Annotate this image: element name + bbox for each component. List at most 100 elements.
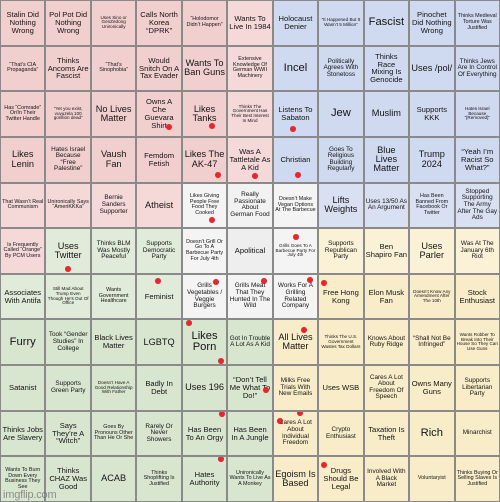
bingo-cell[interactable]: Rarely Or Never Showers (136, 410, 182, 457)
bingo-cell[interactable]: That Wasn’t Real Communism (0, 182, 46, 229)
bingo-cell[interactable]: Wants Robber To Break Into Their House S… (454, 319, 500, 366)
bingo-cell[interactable]: Free Hong Kong (318, 273, 364, 320)
bingo-cell[interactable]: “Shall Not Be Infringed” (409, 319, 455, 366)
bingo-cell[interactable]: Supports Green Party (45, 365, 91, 411)
bingo-cell[interactable]: Supports Democratic Party (136, 228, 182, 274)
bingo-cell[interactable]: Supports Libertarian Party (454, 365, 500, 411)
bingo-cell[interactable]: Really Passionate About German Food (227, 182, 273, 229)
bingo-cell[interactable]: Muslim (363, 91, 410, 137)
bingo-cell[interactable]: Femdom Fetish (136, 136, 182, 183)
bingo-cell[interactable]: “That’s CIA Propaganda” (0, 45, 46, 92)
bingo-cell[interactable]: Grills Meat That They Hunted In The Wild (227, 273, 273, 320)
bingo-cell[interactable]: “That’s Sinophobia” (90, 45, 137, 92)
bingo-cell[interactable]: Voluntaryist (409, 456, 455, 502)
bingo-cell[interactable]: Stalin Did Nothing Wrong (0, 0, 46, 46)
bingo-cell[interactable]: Elon Musk Fan (363, 273, 410, 320)
bingo-cell[interactable]: Politically Agrees With Stonetoss (318, 45, 364, 92)
bingo-cell[interactable]: Rich (409, 410, 455, 457)
bingo-cell[interactable]: Has Been In A Jungle (227, 410, 273, 457)
bingo-cell[interactable]: Has Been Banned From Facebook Or Twitter (409, 182, 455, 229)
bingo-cell[interactable]: Doesn’t Make Vegan Options At The Barbec… (272, 182, 319, 229)
bingo-cell[interactable]: Likes Lenin (0, 136, 46, 183)
bingo-cell[interactable]: Badly In Debt (136, 365, 182, 411)
bingo-cell[interactable]: Pol Pot Did Nothing Wrong (45, 0, 91, 46)
bingo-cell[interactable]: Vaush Fan (90, 136, 137, 183)
bingo-cell[interactable]: Crypto Enthusiast (318, 410, 364, 457)
bingo-cell[interactable]: Has Been To An Orgy (181, 410, 228, 457)
bingo-cell[interactable]: Goes To Religious Building Regularly (318, 136, 364, 183)
bingo-cell[interactable]: Likes Tanks (181, 91, 228, 137)
bingo-cell[interactable]: Was At The January 6th Riot (454, 228, 500, 274)
bingo-cell[interactable]: Thinks Buying Or Selling Slaves Is Justi… (454, 456, 500, 502)
bingo-cell[interactable]: Doesn’t Know Any Amendment After The 10t… (409, 273, 455, 320)
bingo-cell[interactable]: Likes Porn (181, 319, 228, 366)
bingo-cell[interactable]: Feminist (136, 273, 182, 320)
bingo-cell[interactable]: Supports Republican Party (318, 228, 364, 274)
bingo-cell[interactable]: Likes Giving People Free Food They Cooke… (181, 182, 228, 229)
bingo-cell[interactable]: Lifts Weights (318, 182, 364, 229)
bingo-cell[interactable]: Is Frequently Called “Orange” By PCM Use… (0, 228, 46, 274)
bingo-cell[interactable]: Incel (272, 45, 319, 92)
bingo-cell[interactable]: Grills Vegetables / Veggie Burgers (181, 273, 228, 320)
bingo-cell[interactable]: Apolitical (227, 228, 273, 274)
bingo-cell[interactable]: “Holodomor Didn’t Happen” (181, 0, 228, 46)
bingo-cell[interactable]: “Don’t Tell Me What To Do!” (227, 365, 273, 411)
bingo-cell[interactable]: Thinks Medieval Torture Was Justified (454, 0, 500, 46)
bingo-cell[interactable]: Goes By Pronouns Other Than He Or She (90, 410, 137, 457)
bingo-cell[interactable]: Unironically Says “AmeriKKKa” (45, 182, 91, 229)
bingo-cell[interactable]: Thinks CHAZ Was Good (45, 456, 91, 502)
bingo-cell[interactable]: Cares A Lot About Freedom Of Speech (363, 365, 410, 411)
bingo-cell[interactable]: Associates With Antifa (0, 273, 46, 320)
bingo-cell[interactable]: Got In Trouble A Lot As A Kid (227, 319, 273, 366)
bingo-cell[interactable]: Trump 2024 (409, 136, 455, 183)
bingo-cell[interactable]: Owns A Che Guevara Shirt (136, 91, 182, 137)
bingo-cell[interactable]: Stopped Supporting The Army After The Ga… (454, 182, 500, 229)
bingo-cell[interactable]: Egoism Is Based (272, 456, 319, 502)
bingo-cell[interactable]: Listens To Sabaton (272, 91, 319, 137)
bingo-cell[interactable]: Supports KKK (409, 91, 455, 137)
bingo-cell[interactable]: Grills Goes To A Barbecue Party For July… (272, 228, 319, 274)
bingo-cell[interactable]: Uses WSB (318, 365, 364, 411)
bingo-cell[interactable]: Doesn’t Have A Good Relationship With Fa… (90, 365, 137, 411)
bingo-cell[interactable]: Has “Comrade” Or/In Their Twitter Handle (0, 91, 46, 137)
bingo-cell[interactable]: Was A Tattletale As A Kid (227, 136, 273, 183)
bingo-cell[interactable]: Wants To Ban Guns (181, 45, 228, 92)
bingo-cell[interactable]: Stock Enthusiast (454, 273, 500, 320)
bingo-cell[interactable]: Says They’re A “Witch” (45, 410, 91, 457)
bingo-cell[interactable]: Works For A Grilling Related Company (272, 273, 319, 320)
bingo-cell[interactable]: Minarchist (454, 410, 500, 457)
bingo-cell[interactable]: Calls North Korea “DPRK” (136, 0, 182, 46)
bingo-cell[interactable]: Thinks Ancoms Are Fascist (45, 45, 91, 92)
bingo-cell[interactable]: Doesn’t Grill Or Go To A Barbecue Party … (181, 228, 228, 274)
bingo-cell[interactable]: “Yet you exist, vuvuzela 100 gorillion d… (45, 91, 91, 137)
bingo-cell[interactable]: All Lives Matter (272, 319, 319, 366)
bingo-cell[interactable]: Holocaust Denier (272, 0, 319, 46)
bingo-cell[interactable]: Christian (272, 136, 319, 183)
bingo-cell[interactable]: Thinks Jobs Are Slavery (0, 410, 46, 457)
bingo-cell[interactable]: Uses Sino or GenZedong Unironically (90, 0, 137, 46)
bingo-cell[interactable]: Fascist (363, 0, 410, 46)
bingo-cell[interactable]: Extensive Knowledge Of German WWII Machi… (227, 45, 273, 92)
bingo-cell[interactable]: Took “Gender Studies” In College (45, 319, 91, 366)
bingo-cell[interactable]: Involved With A Black Market (363, 456, 410, 502)
bingo-cell[interactable]: Still Mad About Trump Even Though He’s O… (45, 273, 91, 320)
bingo-cell[interactable]: Hates Israel Because “Free Palestine” (45, 136, 91, 183)
bingo-cell[interactable]: Thinks BLM Was Mostly Peaceful (90, 228, 137, 274)
bingo-cell[interactable]: Thinks The Government Has Their Best Int… (227, 91, 273, 137)
bingo-cell[interactable]: “Yeah I’m Racist So What?” (454, 136, 500, 183)
bingo-cell[interactable]: Taxation Is Theft (363, 410, 410, 457)
bingo-cell[interactable]: Wants To Burn Down Every Business They S… (0, 456, 46, 502)
bingo-cell[interactable]: Hates Authority (181, 456, 228, 502)
bingo-cell[interactable]: Thinks Shoplifting Is Justified (136, 456, 182, 502)
bingo-cell[interactable]: Thinks Race Mixing Is Genocide (363, 45, 410, 92)
bingo-cell[interactable]: Cares A Lot About Individual Freedom (272, 410, 319, 457)
bingo-cell[interactable]: Atheist (136, 182, 182, 229)
bingo-cell[interactable]: Drugs Should Be Legal (318, 456, 364, 502)
bingo-cell[interactable]: Likes The AK-47 (181, 136, 228, 183)
bingo-cell[interactable]: Owns Many Guns (409, 365, 455, 411)
bingo-cell[interactable]: Uses 196 (181, 365, 228, 411)
bingo-cell[interactable]: Uses Twitter (45, 228, 91, 274)
bingo-cell[interactable]: Milks Free Trials With New Emails (272, 365, 319, 411)
bingo-cell[interactable]: Furry (0, 319, 46, 366)
bingo-cell[interactable]: Pinochet Did Nothing Wrong (409, 0, 455, 46)
